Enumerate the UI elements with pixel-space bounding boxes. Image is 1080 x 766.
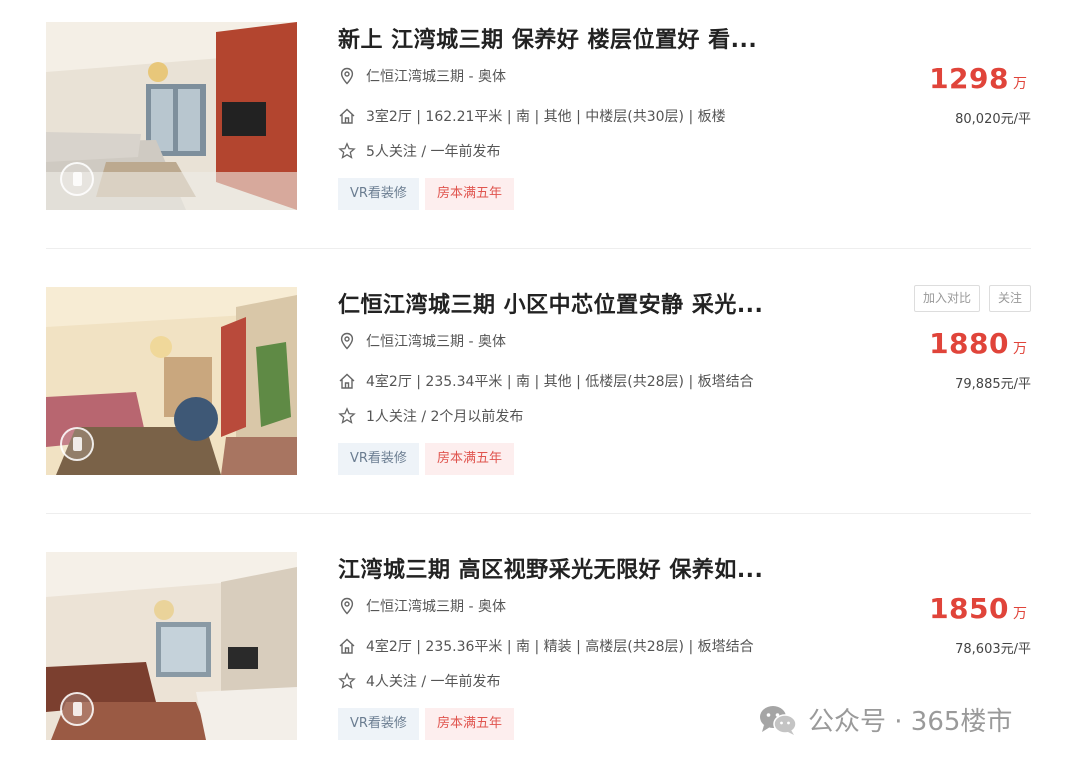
unit-price: 80,020元/平 [955,112,1031,127]
wechat-icon [760,705,797,735]
listing-title[interactable]: 仁恒江湾城三期 小区中芯位置安静 采光... [338,287,763,319]
unit-price: 78,603元/平 [955,642,1031,657]
listing-follow: 4人关注 / 一年前发布 [338,671,501,691]
listing-photo[interactable] [46,22,297,210]
star-icon [338,142,356,159]
listing-address[interactable]: 仁恒江湾城三期 - 奥体 [338,596,506,616]
follow-text: 4人关注 / 一年前发布 [366,674,501,690]
listing-info: 4室2厅 | 235.36平米 | 南 | 精装 | 高楼层(共28层) | 板… [338,636,754,656]
house-icon [339,108,355,124]
watermark: 公众号 · 365楼市 [758,701,1012,738]
listing-info: 3室2厅 | 162.21平米 | 南 | 其他 | 中楼层(共30层) | 板… [338,106,726,126]
divider [46,513,1031,514]
vr-badge-icon [60,692,94,726]
follow-button[interactable]: 关注 [988,285,1031,312]
price-number: 1298 [929,62,1009,95]
total-price: 1298 万 [929,62,1027,95]
price-number: 1880 [929,327,1009,360]
vr-badge-icon [60,162,94,196]
location-pin-icon [340,332,354,350]
total-price: 1880 万 [929,327,1027,360]
divider [46,248,1031,249]
tag-list: VR看装修 房本满五年 [338,708,514,740]
listing-photo[interactable] [46,552,297,740]
unit-price: 79,885元/平 [955,377,1031,392]
price-unit: 万 [1013,76,1027,92]
listing-follow: 5人关注 / 一年前发布 [338,141,501,161]
follow-text: 5人关注 / 一年前发布 [366,144,501,160]
tag-years: 房本满五年 [424,178,514,210]
compare-button[interactable]: 加入对比 [913,285,980,312]
location-pin-icon [340,597,354,615]
tag-years: 房本满五年 [424,708,514,740]
price-number: 1850 [929,592,1009,625]
tag-vr: VR看装修 [338,443,419,475]
price-unit: 万 [1013,606,1027,622]
action-buttons: 加入对比 关注 [913,285,1031,312]
address-text: 仁恒江湾城三期 - 奥体 [366,599,506,615]
info-text: 3室2厅 | 162.21平米 | 南 | 其他 | 中楼层(共30层) | 板… [366,109,726,125]
star-icon [338,407,356,424]
listing-title[interactable]: 新上 江湾城三期 保养好 楼层位置好 看... [338,22,757,54]
listing-card[interactable]: 仁恒江湾城三期 小区中芯位置安静 采光... 加入对比 关注 仁恒江湾城三期 -… [46,285,1031,477]
info-text: 4室2厅 | 235.36平米 | 南 | 精装 | 高楼层(共28层) | 板… [366,639,754,655]
listing-title[interactable]: 江湾城三期 高区视野采光无限好 保养如... [338,552,763,584]
house-icon [339,373,355,389]
watermark-text: 公众号 · 365楼市 [808,707,1013,737]
star-icon [338,672,356,689]
tag-list: VR看装修 房本满五年 [338,443,514,475]
address-text: 仁恒江湾城三期 - 奥体 [366,334,506,350]
location-pin-icon [340,67,354,85]
tag-vr: VR看装修 [338,178,419,210]
price-unit: 万 [1013,341,1027,357]
info-text: 4室2厅 | 235.34平米 | 南 | 其他 | 低楼层(共28层) | 板… [366,374,754,390]
tag-list: VR看装修 房本满五年 [338,178,514,210]
listing-address[interactable]: 仁恒江湾城三期 - 奥体 [338,331,506,351]
tag-years: 房本满五年 [424,443,514,475]
listing-photo[interactable] [46,287,297,475]
tag-vr: VR看装修 [338,708,419,740]
address-text: 仁恒江湾城三期 - 奥体 [366,69,506,85]
listing-info: 4室2厅 | 235.34平米 | 南 | 其他 | 低楼层(共28层) | 板… [338,371,754,391]
listing-card[interactable]: 新上 江湾城三期 保养好 楼层位置好 看... 仁恒江湾城三期 - 奥体 3室2… [46,22,1031,212]
listing-address[interactable]: 仁恒江湾城三期 - 奥体 [338,66,506,86]
listing-follow: 1人关注 / 2个月以前发布 [338,406,523,426]
vr-badge-icon [60,427,94,461]
total-price: 1850 万 [929,592,1027,625]
house-icon [339,638,355,654]
follow-text: 1人关注 / 2个月以前发布 [366,409,524,425]
